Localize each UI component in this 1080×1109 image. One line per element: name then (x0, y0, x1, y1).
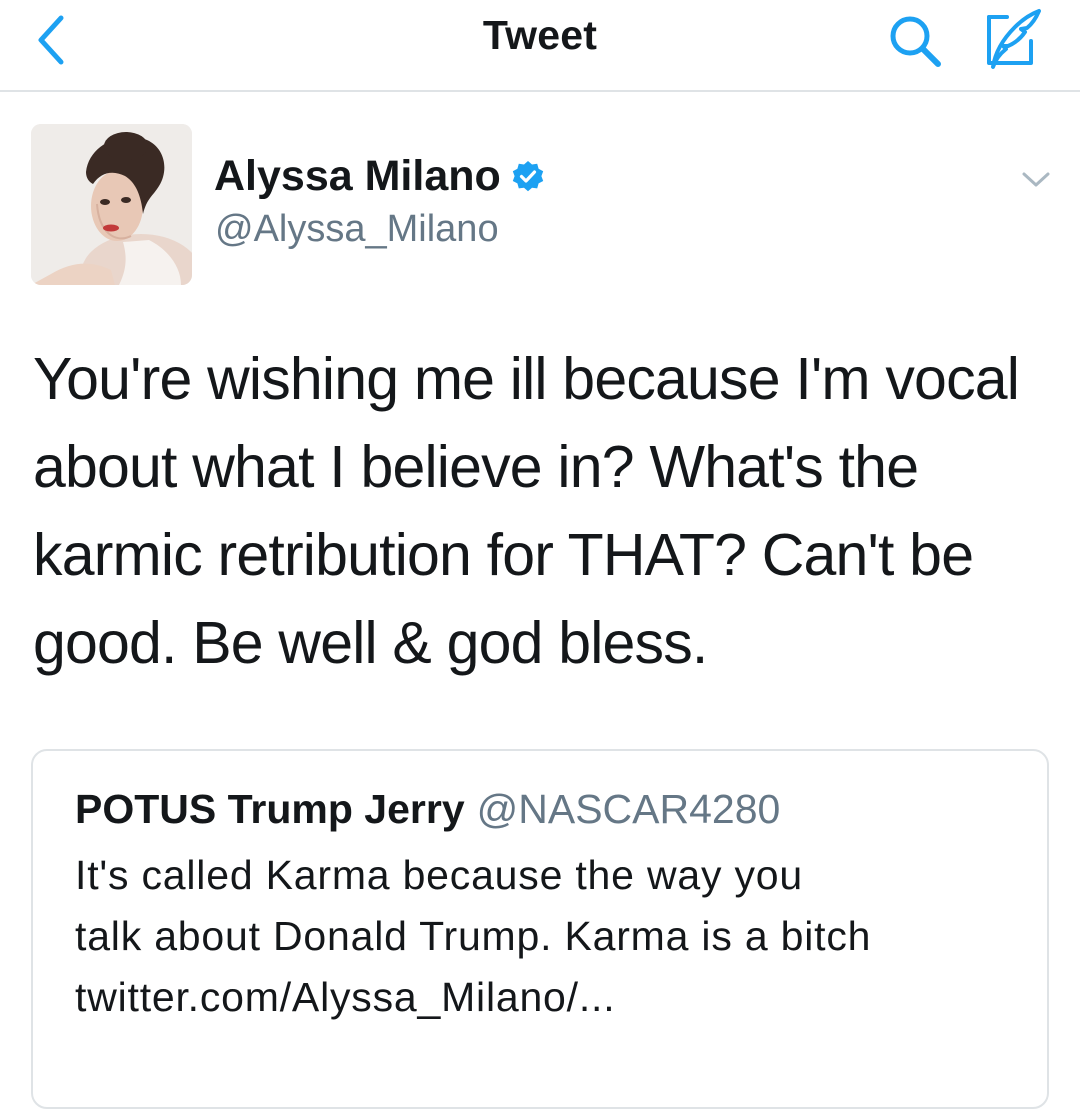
quoted-tweet-text: It's called Karma because the way you ta… (75, 845, 1035, 1028)
author-avatar[interactable] (31, 124, 192, 285)
chevron-down-icon (1022, 172, 1050, 187)
author-name-text: Alyssa Milano (214, 152, 501, 200)
quoted-link-line: twitter.com/Alyssa_Milano/... (75, 974, 616, 1020)
tweet-text-line: about what I believe in? What's the (33, 434, 919, 500)
navigation-bar: Tweet (0, 0, 1080, 92)
author-photo (31, 124, 192, 285)
search-button[interactable] (884, 10, 948, 74)
tweet-text-line: You're wishing me ill because I'm vocal (33, 346, 1020, 412)
compose-icon (987, 9, 1041, 69)
verified-badge-icon (511, 160, 545, 194)
search-icon (890, 16, 941, 67)
tweet-options-button[interactable] (1016, 162, 1056, 198)
tweet-text-line: good. Be well & god bless. (33, 610, 708, 676)
quoted-tweet-header: POTUS Trump Jerry @NASCAR4280 (75, 786, 780, 833)
quoted-author-name: POTUS Trump Jerry (75, 786, 465, 832)
tweet-text: You're wishing me ill because I'm vocal … (33, 335, 1063, 687)
tweet-text-line: karmic retribution for THAT? Can't be (33, 522, 974, 588)
quoted-text-line: talk about Donald Trump. Karma is a bitc… (75, 913, 872, 959)
quoted-text-line: It's called Karma because the way you (75, 852, 803, 898)
compose-button[interactable] (978, 4, 1048, 74)
quoted-tweet-card[interactable]: POTUS Trump Jerry @NASCAR4280 It's called… (31, 749, 1049, 1109)
quoted-author-handle: @NASCAR4280 (476, 786, 781, 832)
author-name[interactable]: Alyssa Milano (214, 152, 545, 201)
author-handle[interactable]: @Alyssa_Milano (215, 208, 499, 251)
